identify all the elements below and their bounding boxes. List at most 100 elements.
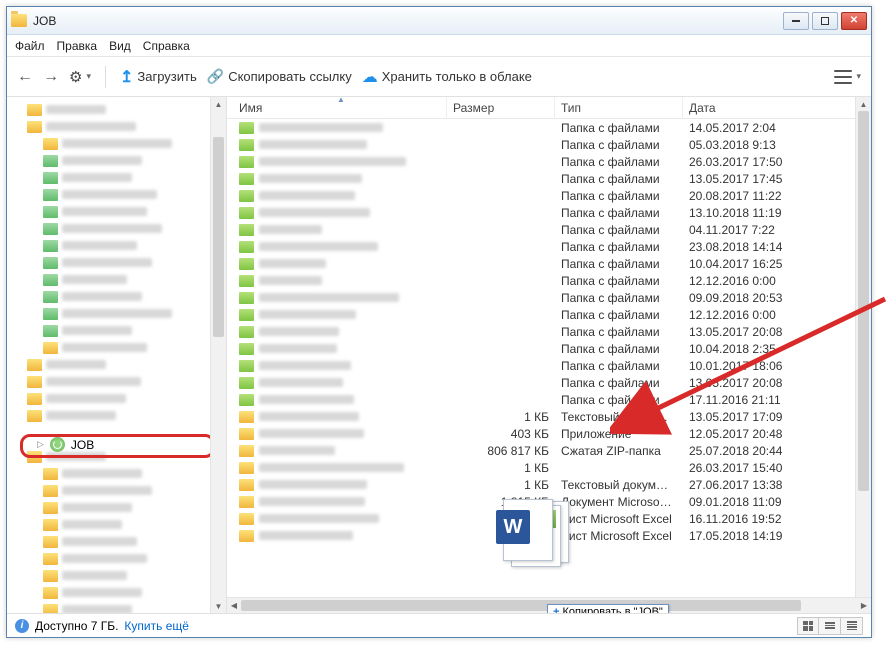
file-row[interactable]: Папка с файлами14.05.2017 2:04 [227, 119, 871, 136]
cloud-only-button[interactable]: ☁Хранить только в облаке [362, 67, 532, 87]
blurred-label [62, 326, 132, 335]
sidebar-item[interactable] [7, 601, 226, 613]
sidebar-item[interactable] [7, 101, 226, 118]
file-type-cell: Папка с файлами [555, 308, 683, 322]
buy-more-link[interactable]: Купить ещё [124, 619, 189, 633]
file-row[interactable]: Папка с файлами20.08.2017 11:22 [227, 187, 871, 204]
sidebar-item[interactable] [7, 186, 226, 203]
sidebar-item-job[interactable]: ▷ JOB [37, 437, 94, 452]
scroll-left-icon[interactable]: ◀ [227, 598, 241, 613]
file-date-cell: 26.03.2017 17:50 [683, 155, 871, 169]
scroll-thumb[interactable] [241, 600, 801, 611]
sidebar-item[interactable] [7, 533, 226, 550]
file-type-cell: Папка с файлами [555, 121, 683, 135]
menu-help[interactable]: Справка [143, 39, 190, 53]
sidebar-item[interactable] [7, 220, 226, 237]
view-icons-button[interactable] [797, 617, 819, 635]
file-row[interactable]: 1 КБ26.03.2017 15:40 [227, 459, 871, 476]
file-row[interactable]: Папка с файлами04.11.2017 7:22 [227, 221, 871, 238]
column-size[interactable]: Размер [447, 97, 555, 118]
file-row[interactable]: 1 815 КБДокумент Microso…09.01.2018 11:0… [227, 493, 871, 510]
file-row[interactable]: 1 КБТекстовый докум…27.06.2017 13:38 [227, 476, 871, 493]
upload-button[interactable]: ↥Загрузить [120, 67, 197, 87]
blurred-filename [259, 140, 367, 149]
copy-link-button[interactable]: 🔗Скопировать ссылку [207, 68, 352, 85]
file-row[interactable]: Папка с файлами17.11.2016 21:11 [227, 391, 871, 408]
view-list-button[interactable] [819, 617, 841, 635]
sidebar-item[interactable] [7, 516, 226, 533]
file-row[interactable]: 806 817 КБСжатая ZIP-папка25.07.2018 20:… [227, 442, 871, 459]
menu-view[interactable]: Вид [109, 39, 131, 53]
sidebar-item[interactable] [7, 499, 226, 516]
settings-button[interactable]: ⚙▾ [69, 68, 91, 86]
sidebar-item[interactable] [7, 373, 226, 390]
file-row[interactable]: Папка с файлами13.05.2017 17:45 [227, 170, 871, 187]
scroll-thumb[interactable] [858, 111, 869, 491]
file-row[interactable]: Папка с файлами10.04.2017 16:25 [227, 255, 871, 272]
folder-icon [43, 172, 58, 184]
sidebar-item[interactable] [7, 322, 226, 339]
file-row[interactable]: 13 КБЛист Microsoft Excel16.11.2016 19:5… [227, 510, 871, 527]
file-row[interactable]: Папка с файлами13.05.2017 20:08 [227, 374, 871, 391]
minimize-button[interactable] [783, 12, 809, 30]
file-row[interactable]: Папка с файлами05.03.2018 9:13 [227, 136, 871, 153]
file-row[interactable]: 403 КБПриложение12.05.2017 20:48 [227, 425, 871, 442]
sidebar-item[interactable] [7, 465, 226, 482]
blurred-label [62, 173, 132, 182]
sidebar-scrollbar[interactable]: ▲ ▼ [210, 97, 226, 613]
menu-file[interactable]: Файл [15, 39, 45, 53]
sidebar-item[interactable] [7, 237, 226, 254]
file-row[interactable]: 1 КБТекстовый докум…13.05.2017 17:09 [227, 408, 871, 425]
file-row[interactable]: Папка с файлами23.08.2018 14:14 [227, 238, 871, 255]
file-row[interactable]: Папка с файлами10.01.2017 18:06 [227, 357, 871, 374]
sidebar-item[interactable] [7, 407, 226, 424]
close-button[interactable]: ✕ [841, 12, 867, 30]
sidebar-item[interactable] [7, 584, 226, 601]
sidebar-item[interactable] [7, 482, 226, 499]
sidebar-item[interactable] [7, 356, 226, 373]
file-row[interactable]: Папка с файлами13.10.2018 11:19 [227, 204, 871, 221]
folder-icon [43, 155, 58, 167]
sidebar-item[interactable] [7, 305, 226, 322]
scroll-up-icon[interactable]: ▲ [211, 97, 226, 111]
column-type[interactable]: Тип [555, 97, 683, 118]
menubar: Файл Правка Вид Справка [7, 35, 871, 57]
file-row[interactable]: Папка с файлами12.12.2016 0:00 [227, 272, 871, 289]
list-icon [834, 70, 852, 84]
file-name-cell [233, 343, 447, 355]
file-row[interactable]: Папка с файлами12.12.2016 0:00 [227, 306, 871, 323]
sidebar-item[interactable] [7, 288, 226, 305]
forward-button[interactable]: → [43, 68, 59, 86]
scroll-up-icon[interactable]: ▲ [856, 97, 871, 111]
content-scrollbar[interactable]: ▲ ▼ [855, 97, 871, 613]
view-mode-button[interactable]: ▾ [834, 70, 861, 84]
sidebar-item[interactable] [7, 152, 226, 169]
sidebar-item[interactable] [7, 339, 226, 356]
file-row[interactable]: 11 КБЛист Microsoft Excel17.05.2018 14:1… [227, 527, 871, 544]
sidebar-item[interactable] [7, 135, 226, 152]
file-row[interactable]: Папка с файлами10.04.2018 2:35 [227, 340, 871, 357]
sidebar-item[interactable] [7, 550, 226, 567]
maximize-button[interactable] [812, 12, 838, 30]
file-row[interactable]: Папка с файлами26.03.2017 17:50 [227, 153, 871, 170]
blurred-label [62, 343, 147, 352]
back-button[interactable]: ← [17, 68, 33, 86]
sidebar-item[interactable] [7, 390, 226, 407]
file-row[interactable]: Папка с файлами13.05.2017 20:08 [227, 323, 871, 340]
view-details-button[interactable] [841, 617, 863, 635]
column-date[interactable]: Дата [683, 97, 871, 118]
scroll-down-icon[interactable]: ▼ [211, 599, 226, 613]
folder-icon [27, 451, 42, 463]
sidebar-item[interactable] [7, 118, 226, 135]
folder-icon [27, 376, 42, 388]
sidebar-item[interactable] [7, 567, 226, 584]
sidebar-item[interactable] [7, 254, 226, 271]
menu-edit[interactable]: Правка [57, 39, 98, 53]
info-icon: i [15, 619, 29, 633]
sidebar-item[interactable] [7, 271, 226, 288]
sidebar-item[interactable] [7, 169, 226, 186]
file-row[interactable]: Папка с файлами09.09.2018 20:53 [227, 289, 871, 306]
sidebar-item[interactable] [7, 203, 226, 220]
scroll-thumb[interactable] [213, 137, 224, 337]
scroll-right-icon[interactable]: ▶ [857, 598, 871, 613]
